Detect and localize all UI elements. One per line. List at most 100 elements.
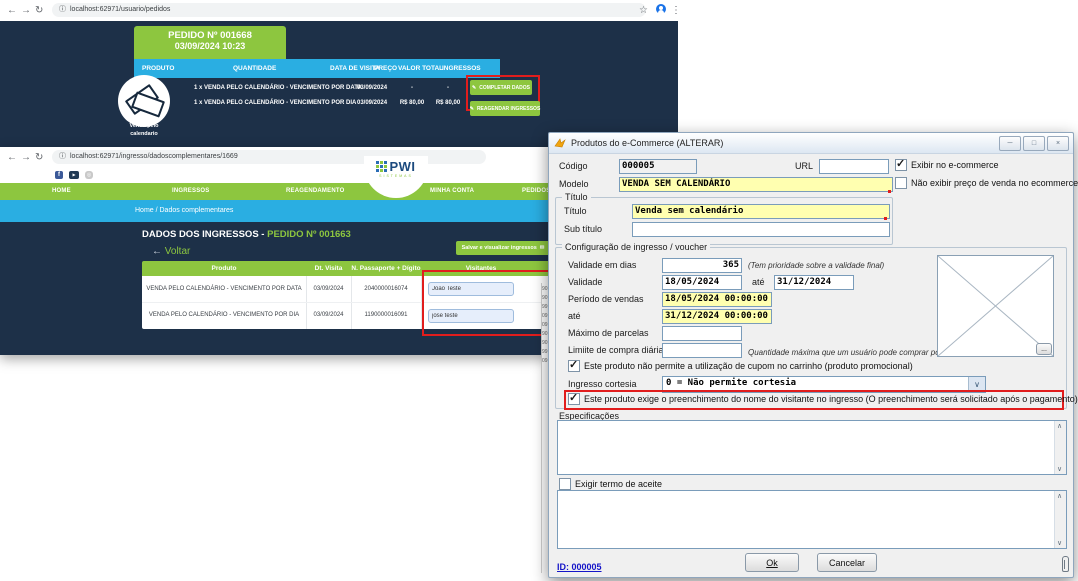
scroll-down-icon[interactable]: ∨ bbox=[1057, 465, 1062, 473]
codigo-field[interactable]: 000005 bbox=[619, 159, 697, 174]
codigo-label: Código bbox=[559, 161, 588, 171]
order-item-price: - bbox=[394, 85, 430, 91]
exibir-ecommerce-checkbox[interactable]: Exibir no e-commerce bbox=[895, 159, 999, 171]
back-link[interactable]: ← Voltar bbox=[152, 246, 190, 257]
order-item-desc: 1 x VENDA PELO CALENDÁRIO - VENCIMENTO P… bbox=[194, 85, 362, 91]
social-strip: f ▶ ◎ bbox=[0, 168, 554, 183]
nav-reagendamento[interactable]: REAGENDAMENTO bbox=[286, 183, 345, 200]
scrollbar[interactable]: ∧ ∨ bbox=[1054, 421, 1066, 474]
titulo-group: Título Título Venda sem calendário Sub t… bbox=[555, 197, 893, 245]
reload-icon[interactable]: ↻ bbox=[35, 3, 43, 18]
scroll-up-icon[interactable]: ∧ bbox=[1057, 492, 1062, 500]
validade-label: Validade bbox=[568, 277, 602, 287]
completar-dados-button[interactable]: ✎COMPLETAR DADOS bbox=[470, 80, 532, 95]
ate-label: até bbox=[752, 277, 765, 287]
browse-image-button[interactable]: ... bbox=[1036, 343, 1052, 355]
site-info-icon[interactable]: ⓘ bbox=[59, 150, 66, 164]
scroll-up-icon[interactable]: ∧ bbox=[1057, 422, 1062, 430]
nav-home[interactable]: HOME bbox=[52, 183, 71, 200]
validade-dias-field[interactable]: 365 bbox=[662, 258, 742, 273]
scroll-down-icon[interactable]: ∨ bbox=[1057, 539, 1062, 547]
salvar-visualizar-button[interactable]: Salvar e visualizar ingressos ✉ bbox=[456, 241, 550, 255]
col-preco: PREÇO bbox=[374, 65, 397, 72]
validade-ate-field[interactable]: 31/12/2024 bbox=[774, 275, 854, 290]
cancelar-button[interactable]: Cancelar bbox=[817, 553, 877, 572]
parcelas-field[interactable] bbox=[662, 326, 742, 341]
browser-menu-icon[interactable]: ⋮ bbox=[671, 3, 681, 18]
especificacoes-textarea[interactable]: ∧ ∨ bbox=[557, 420, 1067, 475]
periodo-ate-field[interactable]: 31/12/2024 00:00:00 bbox=[662, 309, 772, 324]
subtitulo-label: Sub título bbox=[564, 224, 602, 234]
url-field[interactable] bbox=[819, 159, 889, 174]
nao-exibir-preco-checkbox[interactable]: Não exibir preço de venda no ecommerce bbox=[895, 177, 1078, 189]
ingresso-data: 03/09/2024 bbox=[306, 312, 351, 318]
order-item-desc: 1 x VENDA PELO CALENDÁRIO - VENCIMENTO P… bbox=[194, 100, 356, 106]
browser-window-pedidos: ← → ↻ ⓘ localhost:62971/usuario/pedidos … bbox=[0, 0, 678, 147]
browser2-page: DADOS DOS INGRESSOS - PEDIDO Nº 001663 ←… bbox=[0, 222, 554, 355]
url-bar[interactable]: ⓘ localhost:62971/usuario/pedidos bbox=[52, 3, 646, 17]
site-info-icon[interactable]: ⓘ bbox=[59, 3, 66, 17]
scrollbar[interactable]: ∧ ∨ bbox=[1054, 491, 1066, 548]
exigir-termo-checkbox[interactable]: Exigir termo de aceite bbox=[559, 478, 662, 490]
col-produto: Produto bbox=[142, 265, 306, 272]
limite-compra-field[interactable] bbox=[662, 343, 742, 358]
breadcrumb: Home / Dados complementares bbox=[135, 207, 233, 214]
order-datetime: 03/09/2024 10:23 bbox=[134, 41, 286, 51]
limite-compra-label: Limiite de compra diária bbox=[568, 345, 664, 355]
col-dt-visita: Dt. Visita bbox=[306, 265, 351, 272]
col-quantidade: QUANTIDADE bbox=[233, 65, 276, 72]
app-titlebar[interactable]: Produtos do e-Commerce (ALTERAR) ─ □ × bbox=[549, 133, 1073, 154]
pwi-logo-dots bbox=[376, 161, 387, 172]
periodo-vendas-label: Período de vendas bbox=[568, 294, 644, 304]
order-item-date: 03/09/2024 bbox=[357, 85, 387, 91]
desktop: ← → ↻ ⓘ localhost:62971/usuario/pedidos … bbox=[0, 0, 1078, 581]
browser-window-dados: ← → ↻ ⓘ localhost:62971/ingresso/dadosco… bbox=[0, 147, 554, 355]
youtube-icon[interactable]: ▶ bbox=[69, 171, 79, 179]
nav-ingressos[interactable]: INGRESSOS bbox=[172, 183, 209, 200]
bookmark-star-icon[interactable]: ☆ bbox=[639, 3, 648, 18]
configuracao-group: Configuração de ingresso / voucher Valid… bbox=[555, 247, 1067, 409]
breadcrumb-bar: Home / Dados complementares bbox=[0, 200, 554, 222]
exige-nome-checkbox[interactable]: Este produto exige o preenchimento do no… bbox=[568, 393, 1078, 405]
ingresso-produto: VENDA PELO CALENDÁRIO - VENCIMENTO POR D… bbox=[142, 312, 306, 318]
id-link[interactable]: ID: 000005 bbox=[557, 562, 602, 572]
validade-de-field[interactable]: 18/05/2024 bbox=[662, 275, 742, 290]
col-valor-total: VALOR TOTAL bbox=[398, 65, 443, 72]
configuracao-group-label: Configuração de ingresso / voucher bbox=[562, 242, 710, 252]
app-title: Produtos do e-Commerce (ALTERAR) bbox=[571, 138, 723, 148]
app-icon bbox=[554, 137, 566, 149]
nav-minha-conta[interactable]: MINHA CONTA bbox=[430, 183, 474, 200]
facebook-icon[interactable]: f bbox=[55, 171, 63, 179]
instagram-icon[interactable]: ◎ bbox=[85, 171, 93, 179]
back-icon[interactable]: ← bbox=[7, 150, 17, 165]
periodo-de-field[interactable]: 18/05/2024 00:00:00 bbox=[662, 292, 772, 307]
order-badge: PEDIDO Nº 001668 03/09/2024 10:23 bbox=[134, 26, 286, 59]
required-marker bbox=[888, 190, 891, 193]
pwi-logo-text: PWI bbox=[389, 159, 415, 174]
titulo-field[interactable]: Venda sem calendário bbox=[632, 204, 890, 219]
app-window-produtos: Produtos do e-Commerce (ALTERAR) ─ □ × C… bbox=[548, 132, 1074, 578]
profile-avatar[interactable] bbox=[656, 4, 666, 14]
back-icon[interactable]: ← bbox=[7, 3, 17, 18]
maximize-button[interactable]: □ bbox=[1023, 136, 1045, 151]
forward-icon[interactable]: → bbox=[21, 150, 31, 165]
nav-pedidos[interactable]: PEDIDOS bbox=[522, 183, 550, 200]
ok-button[interactable]: Ok bbox=[745, 553, 799, 572]
modelo-field[interactable]: VENDA SEM CALENDÁRIO bbox=[619, 177, 893, 192]
subtitulo-field[interactable] bbox=[632, 222, 890, 237]
termo-textarea[interactable]: ∧ ∨ bbox=[557, 490, 1067, 549]
reagendar-ingressos-button[interactable]: ✎REAGENDAR INGRESSOS bbox=[470, 101, 540, 116]
minimize-button[interactable]: ─ bbox=[999, 136, 1021, 151]
validade-dias-label: Validade em dias bbox=[568, 260, 636, 270]
forward-icon[interactable]: → bbox=[21, 3, 31, 18]
browser1-page: PEDIDO Nº 001668 03/09/2024 10:23 PRODUT… bbox=[0, 21, 678, 147]
order-item-total: R$ 80,00 bbox=[430, 100, 466, 106]
close-button[interactable]: × bbox=[1047, 136, 1069, 151]
order-number: PEDIDO Nº 001668 bbox=[134, 30, 286, 41]
sem-cupom-checkbox[interactable]: Este produto não permite a utilização de… bbox=[568, 360, 913, 372]
order-item-date: 03/09/2024 bbox=[357, 100, 387, 106]
paperclip-icon bbox=[1062, 556, 1069, 572]
reload-icon[interactable]: ↻ bbox=[35, 150, 43, 165]
ate2-label: até bbox=[568, 311, 581, 321]
titulo-label: Título bbox=[564, 206, 587, 216]
